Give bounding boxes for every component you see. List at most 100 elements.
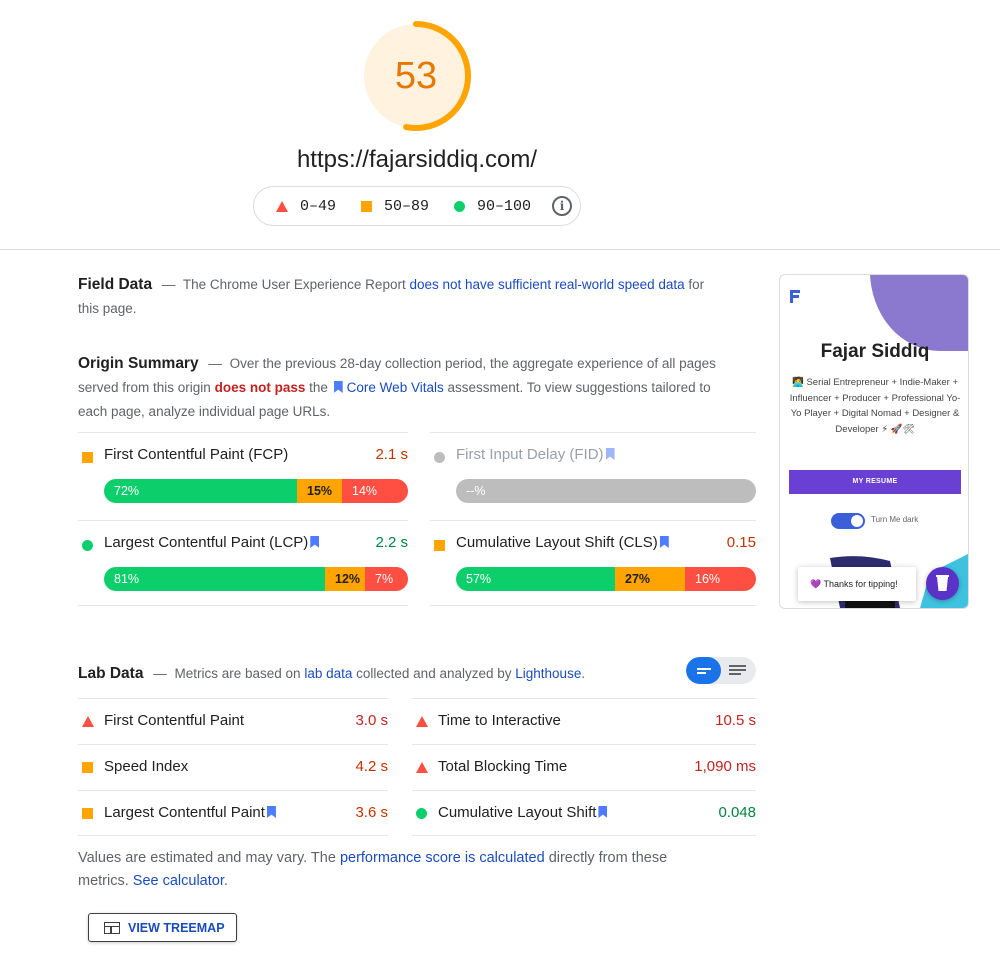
good-segment: 81% [104, 567, 325, 591]
metric-name: Cumulative Layout Shift [438, 804, 611, 821]
page-screenshot: Fajar Siddiq 🧑‍💻 Serial Entrepreneur + I… [779, 274, 969, 609]
origin-summary-dash: — [208, 356, 222, 371]
site-bio: 🧑‍💻 Serial Entrepreneur + Indie-Maker + … [789, 377, 961, 435]
bookmark-icon [659, 536, 669, 548]
origin-metric-lcp[interactable]: Largest Contentful Paint (LCP) 2.2 s 81%… [78, 520, 408, 607]
legend-good: 90–100 [454, 198, 531, 215]
orange-square-icon [82, 762, 93, 773]
metric-name: Time to Interactive [438, 712, 561, 729]
bookmark-icon [266, 806, 276, 818]
performance-score-gauge: 53 [358, 18, 474, 134]
bookmark-icon [310, 536, 320, 548]
metric-name: Largest Contentful Paint (LCP) [104, 534, 323, 551]
performance-score: 53 [394, 54, 438, 97]
distribution-bar: --% [456, 479, 756, 503]
red-triangle-icon [416, 762, 428, 773]
metric-value: 0.15 [726, 534, 756, 551]
metric-value: 0.048 [718, 804, 756, 821]
good-segment: 72% [104, 479, 297, 503]
origin-metric-fcp[interactable]: First Contentful Paint (FCP) 2.1 s 72% 1… [78, 432, 408, 519]
dark-mode-label: Turn Me dark [871, 515, 919, 524]
metric-value: 2.1 s [375, 446, 408, 463]
average-segment: 15% [297, 479, 342, 503]
tip-popup: 💜 Thanks for tipping! [798, 567, 916, 601]
compact-view-button[interactable] [686, 657, 721, 684]
distribution-bar: 72% 15% 14% [104, 479, 408, 503]
red-triangle-icon [82, 716, 94, 727]
field-data-text: The Chrome User Experience Report [182, 277, 406, 292]
info-icon[interactable]: i [552, 196, 573, 216]
origin-metric-fid[interactable]: First Input Delay (FID) --% [430, 432, 756, 519]
dark-mode-toggle [831, 513, 865, 529]
lab-data-section: Lab Data — Metrics are based on lab data… [78, 662, 718, 686]
bookmark-icon [333, 381, 343, 393]
lab-divider [78, 835, 388, 836]
expanded-view-button[interactable] [721, 657, 756, 684]
lab-data-link[interactable]: lab data [304, 666, 352, 681]
metric-name-text: Cumulative Layout Shift [438, 804, 597, 821]
lab-footnote: Values are estimated and may vary. The p… [78, 847, 718, 893]
metric-name: First Contentful Paint [104, 712, 245, 729]
average-segment: 12% [325, 567, 365, 591]
metrics-view-toggle[interactable] [686, 657, 756, 684]
site-owner-name: Fajar Siddiq [820, 341, 930, 362]
field-data-title: Field Data [78, 276, 153, 293]
metrics-divider [430, 605, 756, 606]
score-calculated-link[interactable]: performance score is calculated [340, 850, 545, 866]
field-data-link[interactable]: does not have sufficient real-world spee… [409, 277, 684, 292]
green-circle-icon [82, 540, 93, 551]
origin-summary-section: Origin Summary — Over the previous 28-da… [78, 352, 718, 424]
see-calculator-link[interactable]: See calculator [133, 873, 224, 889]
lab-data-dash: — [153, 666, 167, 681]
metric-name-text: Largest Contentful Paint [104, 804, 265, 821]
score-legend: 0–49 50–89 90–100 i [253, 186, 581, 226]
orange-square-icon [361, 200, 373, 212]
red-triangle-icon [416, 716, 428, 727]
metric-value: 3.0 s [355, 712, 388, 729]
lab-metric-tti[interactable]: Time to Interactive 10.5 s [412, 698, 756, 744]
lab-data-title: Lab Data [78, 665, 144, 682]
red-triangle-icon [276, 200, 288, 212]
lab-metric-cls[interactable]: Cumulative Layout Shift 0.048 [412, 790, 756, 836]
metric-name: Total Blocking Time [438, 758, 568, 775]
footnote-period: . [223, 873, 228, 889]
lab-divider [412, 835, 756, 836]
field-data-section: Field Data — The Chrome User Experience … [78, 273, 718, 321]
orange-square-icon [434, 540, 445, 551]
legend-poor-label: 0–49 [300, 197, 337, 215]
field-data-dash: — [161, 277, 176, 292]
poor-segment: 7% [365, 567, 408, 591]
core-web-vitals-link[interactable]: Core Web Vitals [347, 380, 444, 395]
legend-average-label: 50–89 [384, 197, 430, 215]
no-data-segment: --% [456, 479, 756, 503]
green-circle-icon [416, 808, 427, 819]
lab-data-text: Metrics are based on [174, 666, 301, 681]
origin-summary-fail: does not pass [214, 380, 306, 395]
distribution-bar: 57% 27% 16% [456, 567, 756, 591]
footnote-text: Values are estimated and may vary. The [78, 850, 336, 866]
origin-metric-cls[interactable]: Cumulative Layout Shift (CLS) 0.15 57% 2… [430, 520, 756, 607]
lab-metric-tbt[interactable]: Total Blocking Time 1,090 ms [412, 744, 756, 790]
coffee-cup-icon [926, 567, 959, 600]
metric-value: 2.2 s [375, 534, 408, 551]
metrics-divider [78, 605, 408, 606]
header-divider [0, 249, 1000, 250]
lab-metric-lcp[interactable]: Largest Contentful Paint 3.6 s [78, 790, 388, 836]
bookmark-icon [605, 448, 615, 460]
metric-value: 4.2 s [355, 758, 388, 775]
lab-metric-fcp[interactable]: First Contentful Paint 3.0 s [78, 698, 388, 744]
metric-value: 1,090 ms [694, 758, 756, 775]
metric-value: 3.6 s [355, 804, 388, 821]
poor-segment: 14% [342, 479, 408, 503]
poor-segment: 16% [685, 567, 756, 591]
lighthouse-link[interactable]: Lighthouse [515, 666, 581, 681]
lab-data-period: . [581, 666, 586, 681]
treemap-icon [104, 921, 120, 934]
metric-name: First Input Delay (FID) [456, 446, 619, 463]
view-treemap-button[interactable]: VIEW TREEMAP [88, 913, 237, 942]
orange-square-icon [82, 452, 93, 463]
good-segment: 57% [456, 567, 615, 591]
lab-metric-speed-index[interactable]: Speed Index 4.2 s [78, 744, 388, 790]
decorative-blob [870, 275, 968, 351]
analyzed-url: https://fajarsiddiq.com/ [296, 146, 538, 173]
